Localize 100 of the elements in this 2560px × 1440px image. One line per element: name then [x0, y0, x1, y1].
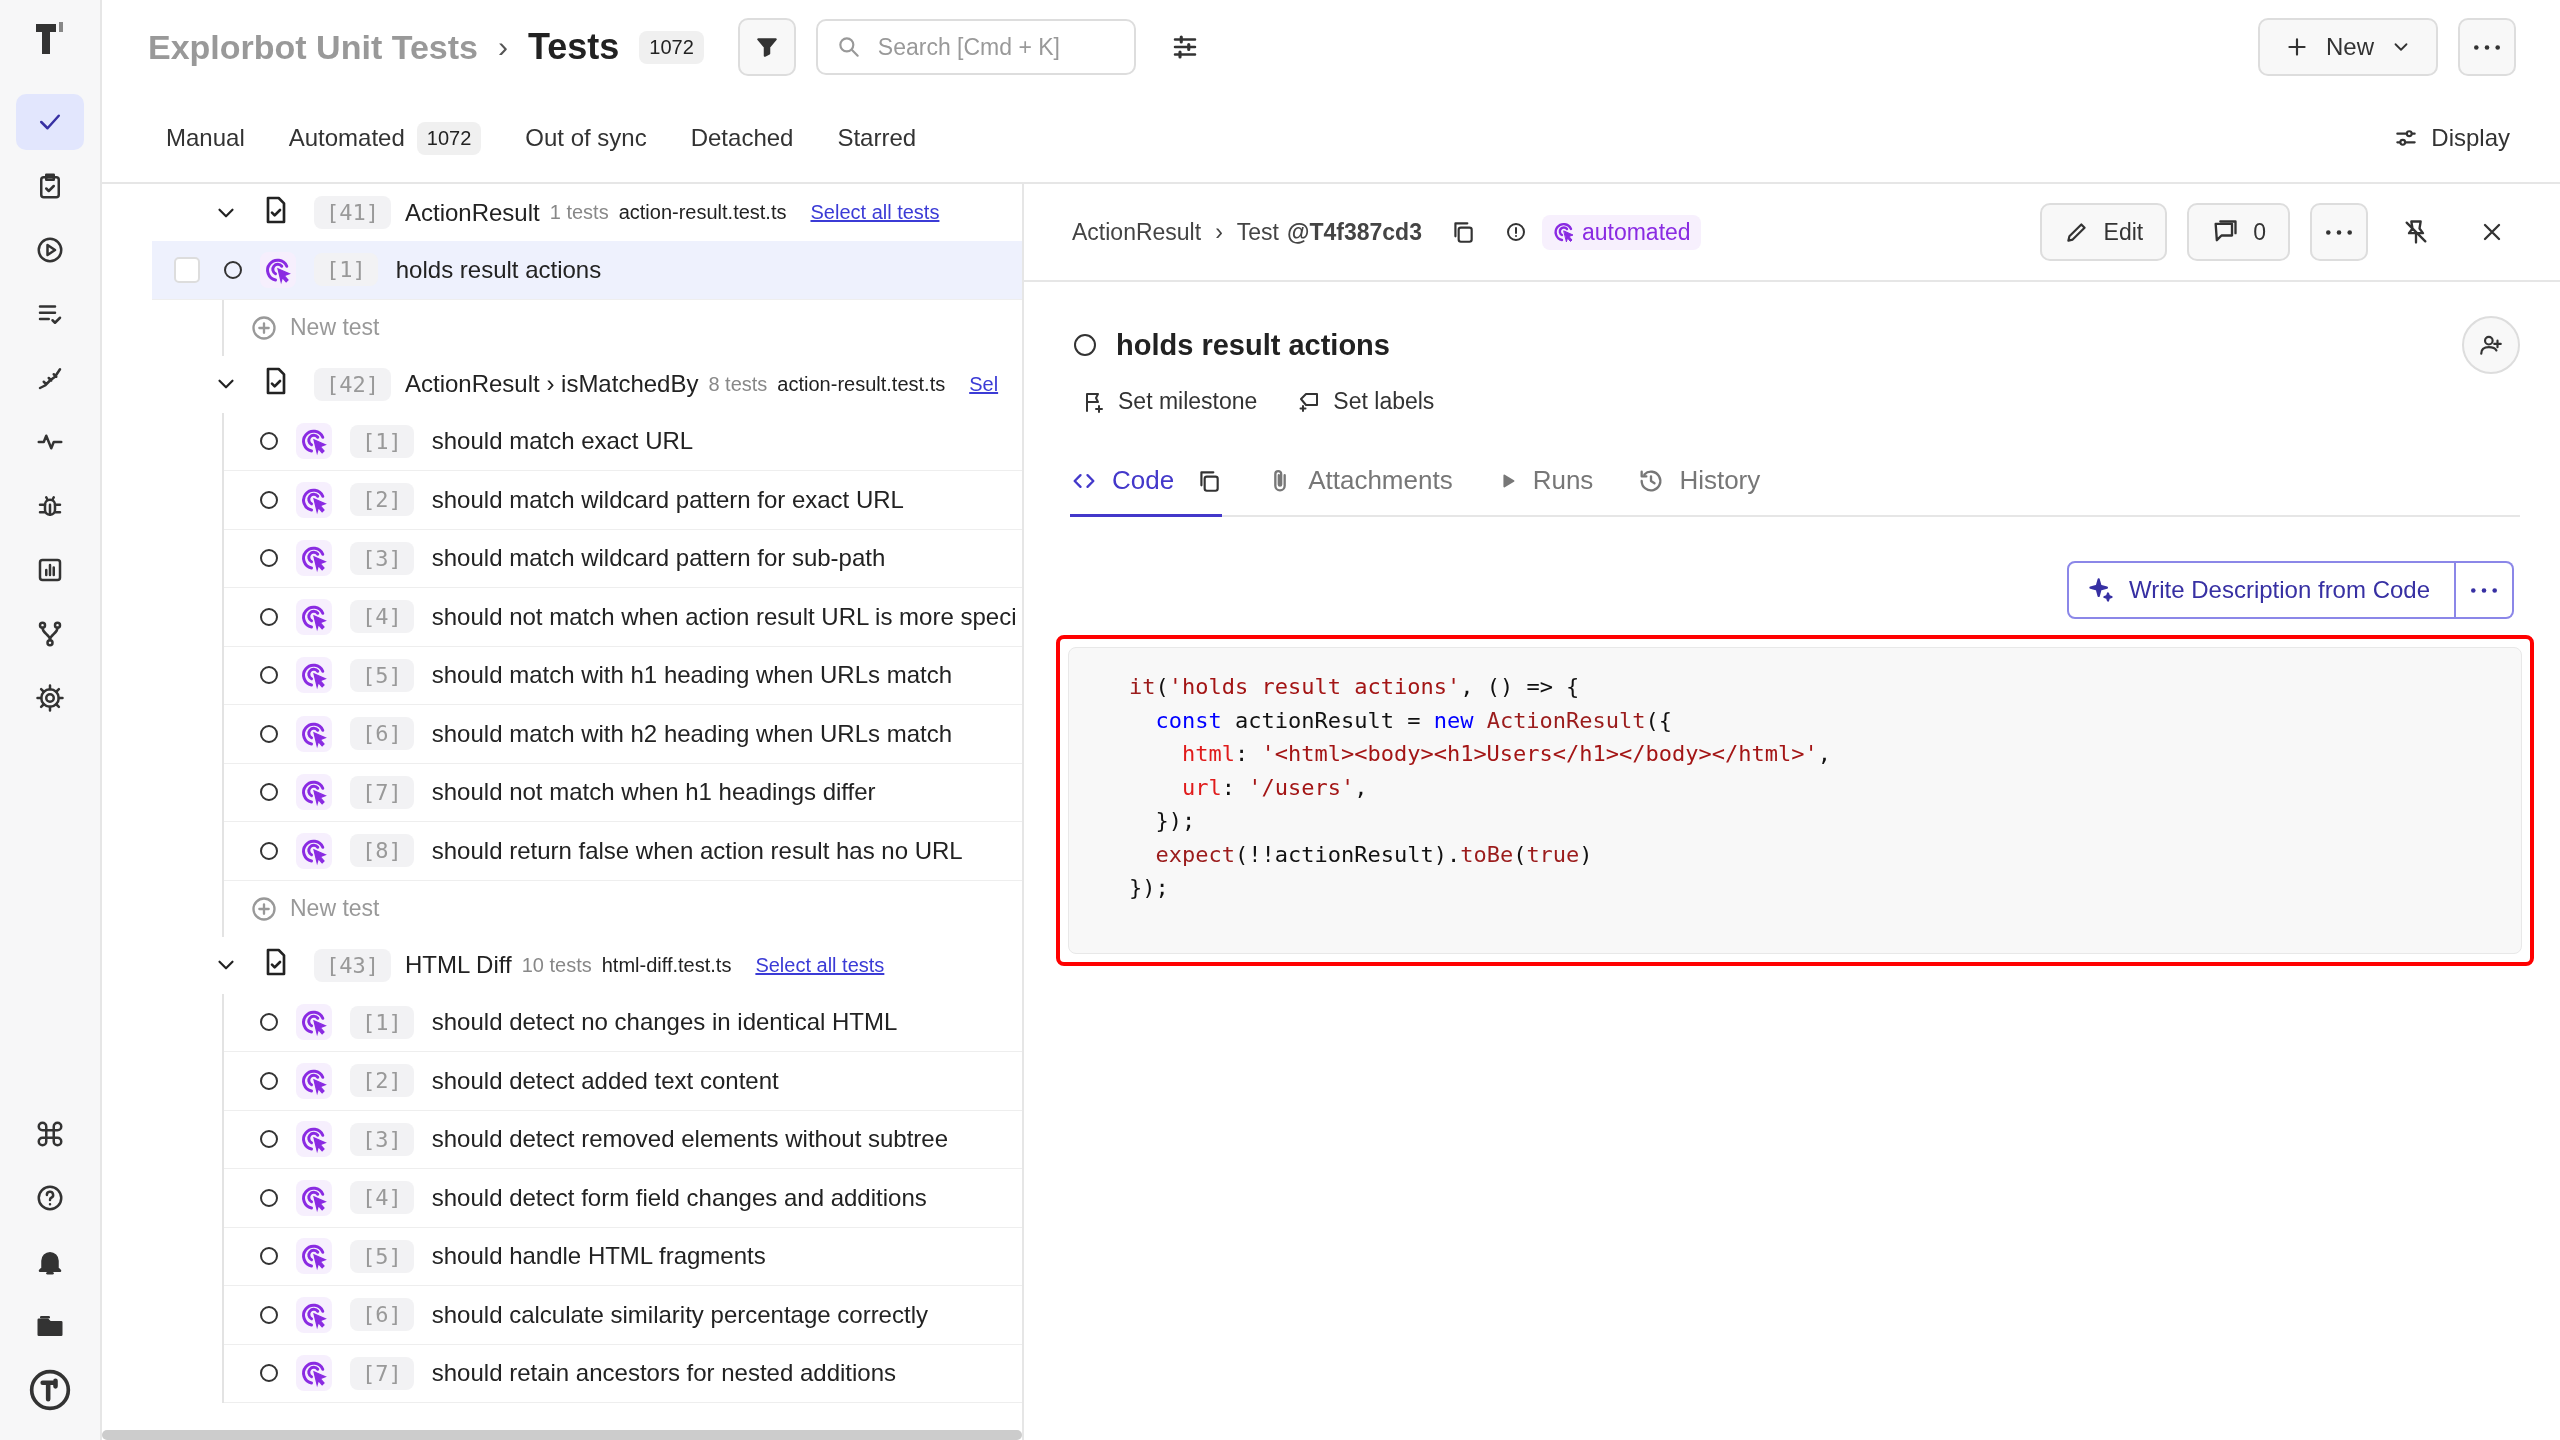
- test-row[interactable]: [4] should detect form field changes and additions: [224, 1169, 1022, 1228]
- code-line: it('holds result actions', () => {: [1129, 673, 1581, 701]
- count-badge: 1072: [639, 30, 704, 64]
- test-row[interactable]: [6] should calculate similarity percentage correctly: [224, 1286, 1022, 1345]
- comments-button[interactable]: 0: [2187, 203, 2290, 261]
- test-title: should handle HTML fragments: [431, 1242, 766, 1271]
- help-icon: [35, 1183, 65, 1213]
- test-number: [3]: [350, 541, 414, 575]
- test-title: should match wildcard pattern for sub-path: [431, 544, 886, 573]
- tab[interactable]: Out of sync: [525, 124, 647, 152]
- test-number: [5]: [350, 658, 414, 692]
- test-number: [1]: [350, 1005, 414, 1039]
- select-all-link[interactable]: Select all tests: [755, 953, 885, 977]
- display-button[interactable]: Display: [2387, 123, 2516, 153]
- tab[interactable]: Attachments: [1266, 465, 1453, 517]
- test-row[interactable]: [7] should retain ancestors for nested additions: [224, 1344, 1022, 1403]
- test-title: should detect form field changes and additions: [431, 1183, 927, 1212]
- test-title: should retain ancestors for nested additions: [431, 1359, 897, 1388]
- status-circle: [1074, 334, 1096, 356]
- write-description-button[interactable]: Write Description from Code: [2067, 561, 2456, 619]
- page-title: Tests: [527, 26, 620, 68]
- more-icon: [2326, 228, 2352, 236]
- select-all-link[interactable]: Sel: [969, 372, 999, 396]
- tab[interactable]: Automated 1072: [288, 121, 482, 155]
- test-number: [8]: [350, 834, 414, 868]
- code-line: expect(!!actionResult).toBe(true): [1155, 840, 1594, 869]
- automated-badge: automated: [1541, 214, 1701, 250]
- tab[interactable]: Code: [1070, 465, 1223, 517]
- more-icon: [2471, 586, 2497, 594]
- breadcrumb-separator: ›: [1215, 218, 1223, 246]
- set-milestone-button[interactable]: Set milestone: [1082, 388, 1258, 415]
- test-title: should match with h1 heading when URLs match: [431, 661, 953, 690]
- test-row[interactable]: [2] should detect added text content: [224, 1052, 1022, 1111]
- test-row[interactable]: [5] should match with h1 heading when URLs match: [224, 646, 1022, 705]
- status-circle: [260, 724, 278, 743]
- code-line: });: [1129, 874, 1170, 902]
- test-title: holds result actions: [395, 255, 602, 284]
- code-line: url: '/users',: [1181, 773, 1369, 802]
- status-circle: [260, 841, 278, 860]
- test-number: [7]: [350, 1356, 414, 1390]
- suite-title: ActionResult › isMatchedBy: [405, 370, 699, 398]
- filter-button[interactable]: [737, 18, 796, 76]
- test-title: should detect no changes in identical HTML: [431, 1008, 898, 1037]
- checkbox[interactable]: [174, 256, 200, 283]
- count-badge: 1072: [416, 121, 482, 155]
- tab[interactable]: Starred: [837, 124, 917, 152]
- test-number: [2]: [350, 483, 414, 517]
- test-number: [3]: [350, 1122, 414, 1156]
- add-circle-icon: [250, 313, 278, 342]
- status-circle: [260, 549, 278, 568]
- file-name: action-result.test.ts: [618, 201, 787, 224]
- test-row[interactable]: [4] should not match when action result URL is more speci: [224, 588, 1022, 647]
- breadcrumb-link[interactable]: ActionResult: [1072, 218, 1202, 246]
- test-count: 10 tests: [521, 953, 592, 977]
- test-count: 8 tests: [708, 372, 768, 396]
- test-row[interactable]: [2] should match wildcard pattern for exact URL: [224, 471, 1022, 530]
- test-id: @T4f387cd3: [1287, 218, 1422, 246]
- test-number: [1]: [314, 253, 378, 287]
- code-line: const actionResult = new ActionResult({: [1155, 706, 1674, 735]
- settings-icon: [35, 683, 65, 713]
- test-title: should detect removed elements without subtree: [431, 1125, 949, 1154]
- status-circle: [260, 1130, 278, 1149]
- set-labels-button[interactable]: Set labels: [1297, 388, 1435, 415]
- tab[interactable]: Runs: [1496, 465, 1594, 517]
- suite-number: [43]: [314, 948, 391, 982]
- test-row[interactable]: [3] should detect removed elements without subtree: [224, 1110, 1022, 1169]
- search-field[interactable]: Search [Cmd + K]: [875, 32, 1100, 62]
- test-number: [6]: [350, 1298, 414, 1332]
- edit-button[interactable]: Edit: [2039, 203, 2168, 261]
- test-number: [2]: [350, 1064, 414, 1098]
- test-row[interactable]: [3] should match wildcard pattern for sub-path: [224, 529, 1022, 588]
- test-title: should match wildcard pattern for exact URL: [431, 485, 904, 514]
- test-row[interactable]: [1] should detect no changes in identical HTML: [224, 993, 1022, 1052]
- assign-button[interactable]: [2462, 316, 2520, 374]
- test-row[interactable]: [7] should not match when h1 headings differ: [224, 763, 1022, 822]
- status-circle: [260, 783, 278, 802]
- status-circle: [260, 666, 278, 685]
- tab[interactable]: Detached: [690, 124, 794, 152]
- status-circle: [260, 1071, 278, 1090]
- select-all-link[interactable]: Select all tests: [810, 201, 940, 224]
- test-number: [6]: [350, 717, 414, 751]
- test-row[interactable]: [5] should handle HTML fragments: [224, 1227, 1022, 1286]
- search-box[interactable]: Search [Cmd + K]: [815, 19, 1136, 75]
- test-row[interactable]: [8] should return false when action result has no URL: [224, 822, 1022, 881]
- new-button[interactable]: New: [2258, 18, 2438, 76]
- test-title: should detect added text content: [431, 1066, 779, 1095]
- status-circle: [260, 1305, 278, 1324]
- test-number: [7]: [350, 775, 414, 809]
- tab[interactable]: History: [1637, 465, 1761, 517]
- test-title: holds result actions: [1116, 328, 1390, 362]
- test-title: should not match when h1 headings differ: [431, 778, 876, 807]
- test-row[interactable]: [6] should match with h2 heading when URLs match: [224, 705, 1022, 764]
- test-row[interactable]: [1] holds result actions: [152, 241, 1022, 300]
- scrollbar[interactable]: [102, 1430, 1022, 1440]
- test-row[interactable]: [1] should match exact URL: [224, 412, 1022, 471]
- logo-icon: [28, 1368, 72, 1412]
- tab[interactable]: Manual: [166, 124, 245, 152]
- more-button[interactable]: [2456, 561, 2514, 619]
- status-circle: [260, 432, 278, 451]
- status-circle: [260, 1364, 278, 1383]
